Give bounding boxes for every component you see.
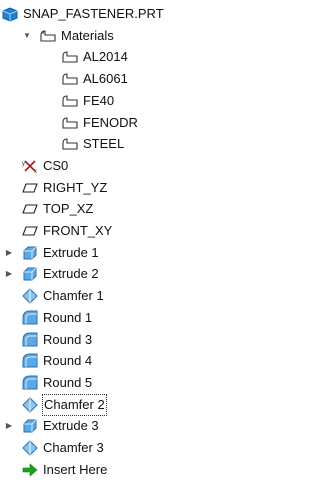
- expand-down-icon[interactable]: ▼: [22, 26, 32, 46]
- tree-item-label: SNAP_FASTENER.PRT: [23, 6, 164, 21]
- tree-item-feature[interactable]: y x CS0: [0, 156, 257, 176]
- tree-item-label: FE40: [83, 92, 115, 108]
- chamfer-icon: [22, 440, 38, 456]
- tree-item-material[interactable]: AL6061: [0, 69, 257, 89]
- tree-item-label: AL2014: [83, 49, 128, 65]
- tree-item-label: Extrude 2: [43, 266, 99, 282]
- tree-item-label: AL6061: [83, 71, 128, 87]
- svg-text:y: y: [22, 161, 25, 167]
- tree-item-material[interactable]: FE40: [0, 91, 257, 111]
- tree-item-label: TOP_XZ: [43, 201, 94, 217]
- tree-item-feature[interactable]: Round 5: [0, 373, 257, 393]
- round-icon: [22, 332, 38, 348]
- material-icon: [62, 136, 78, 152]
- tree-item-label: Insert Here: [43, 461, 108, 477]
- tree-item-label: Chamfer 2: [42, 393, 107, 416]
- tree-item-feature[interactable]: Insert Here: [0, 460, 257, 480]
- tree-item-label: RIGHT_YZ: [43, 179, 108, 195]
- tree-item-feature[interactable]: ▶ Extrude 1: [0, 243, 257, 263]
- coordinate-system-icon: yx: [22, 158, 38, 174]
- tree-item-material[interactable]: FENODR: [0, 113, 257, 133]
- tree-item-feature[interactable]: RIGHT_YZ: [0, 178, 257, 198]
- material-icon: [62, 49, 78, 65]
- material-icon: [62, 71, 78, 87]
- round-icon: [22, 375, 38, 391]
- chamfer-icon: [22, 396, 38, 413]
- tree-item-material[interactable]: AL2014: [0, 47, 257, 67]
- round-icon: [22, 353, 38, 369]
- round-icon: [22, 310, 38, 326]
- chamfer-icon: [22, 288, 38, 304]
- part-icon: [2, 6, 18, 22]
- tree-item-feature[interactable]: Chamfer 1: [0, 286, 257, 306]
- material-folder-icon: [40, 28, 56, 44]
- material-icon: [62, 93, 78, 109]
- tree-item-label: Extrude 1: [43, 244, 99, 260]
- expand-right-icon[interactable]: ▶: [4, 264, 14, 284]
- tree-item-label: CS0: [43, 157, 69, 173]
- tree-item-label: Round 5: [43, 374, 93, 390]
- tree-item-feature[interactable]: Chamfer 3: [0, 438, 257, 458]
- tree-item-label: FRONT_XY: [43, 223, 113, 238]
- tree-item-feature[interactable]: Round 1: [0, 308, 257, 328]
- tree-item-feature[interactable]: Chamfer 2: [0, 393, 257, 416]
- tree-item-material[interactable]: STEEL: [0, 134, 257, 154]
- tree-item-label: Chamfer 1: [43, 288, 104, 304]
- tree-item-label: Round 1: [43, 309, 93, 325]
- datum-plane-icon: [22, 223, 38, 239]
- datum-plane-icon: [22, 180, 38, 196]
- expand-right-icon[interactable]: ▶: [4, 416, 14, 436]
- tree-item-feature[interactable]: Round 4: [0, 351, 257, 371]
- tree-item-label: FENODR: [83, 114, 138, 130]
- extrude-icon: [22, 266, 38, 282]
- extrude-icon: [22, 418, 38, 434]
- extrude-icon: [22, 245, 38, 261]
- tree-root[interactable]: SNAP_FASTENER.PRT: [0, 4, 257, 24]
- tree-item-label: Chamfer 3: [43, 440, 104, 455]
- datum-plane-icon: [22, 201, 38, 217]
- tree-item-label: Round 4: [43, 353, 93, 369]
- material-icon: [62, 115, 78, 131]
- tree-item-label: STEEL: [83, 136, 125, 152]
- tree-item-label: Materials: [61, 27, 114, 43]
- tree-item-feature[interactable]: TOP_XZ: [0, 199, 257, 219]
- tree-item-feature[interactable]: FRONT_XY: [0, 221, 257, 241]
- tree-item-feature[interactable]: Round 3: [0, 330, 257, 350]
- tree-item-materials[interactable]: ▼ Materials: [0, 26, 257, 46]
- tree-item-label: Round 3: [43, 331, 93, 347]
- tree-item-label: Extrude 3: [43, 418, 99, 434]
- svg-text:x: x: [34, 169, 37, 174]
- insert-arrow-icon: [22, 462, 38, 478]
- tree-item-feature[interactable]: ▶ Extrude 3: [0, 416, 257, 436]
- expand-right-icon[interactable]: ▶: [4, 243, 14, 263]
- tree-item-feature[interactable]: ▶ Extrude 2: [0, 264, 257, 284]
